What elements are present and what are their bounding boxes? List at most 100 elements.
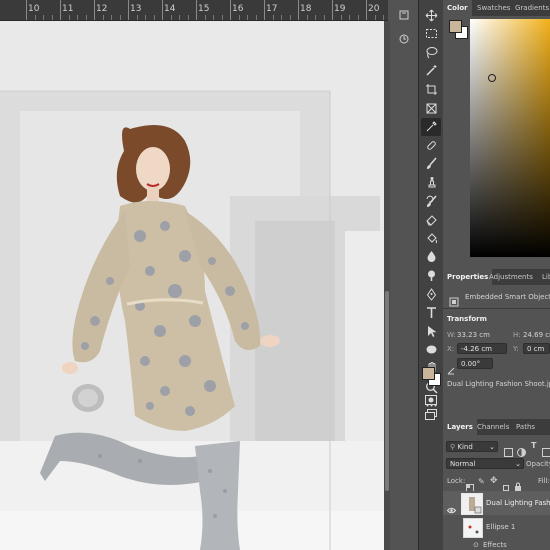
ruler-minor-tick	[136, 15, 138, 20]
panel-icons-strip	[390, 0, 418, 550]
scrollbar-thumb[interactable]	[385, 291, 389, 491]
crop-icon[interactable]	[421, 80, 441, 98]
ruler-major-tick	[128, 0, 129, 20]
ruler-minor-tick	[187, 15, 189, 20]
shape-icon[interactable]	[421, 341, 441, 359]
arrange-icon[interactable]	[398, 6, 410, 25]
healing-brush-icon[interactable]	[421, 136, 441, 154]
clone-stamp-icon[interactable]	[421, 173, 441, 191]
layer-row[interactable]: Dual Lighting Fashion	[443, 491, 550, 515]
ruler-major-tick	[196, 0, 197, 20]
lock-pixels-icon[interactable]: ✎	[478, 477, 485, 486]
ruler-major-tick	[264, 0, 265, 20]
lasso-icon[interactable]	[421, 43, 441, 61]
filter-text-icon[interactable]: T	[531, 441, 536, 450]
w-label: W:	[447, 331, 456, 339]
ruler-label: 10	[28, 4, 40, 14]
history-brush-icon[interactable]	[421, 192, 441, 210]
horizontal-ruler: 10 11 12 13 14 15 16 17 18 19 20	[0, 0, 393, 21]
y-label: Y:	[513, 345, 519, 353]
ruler-minor-tick	[43, 15, 44, 20]
ruler-major-tick	[94, 0, 95, 20]
ruler-minor-tick	[349, 15, 350, 20]
blur-icon[interactable]	[421, 248, 441, 266]
document-canvas[interactable]	[0, 21, 384, 550]
ruler-minor-tick	[145, 15, 146, 20]
ruler-minor-tick	[323, 15, 325, 20]
layer-name[interactable]: Dual Lighting Fashion	[486, 499, 550, 507]
brush-icon[interactable]	[421, 155, 441, 173]
pen-icon[interactable]	[421, 285, 441, 303]
screen-mode-icon[interactable]	[425, 405, 437, 424]
dodge-icon[interactable]	[421, 266, 441, 284]
ruler-major-tick	[60, 0, 61, 20]
eraser-icon[interactable]	[421, 211, 441, 229]
ruler-label: 11	[62, 4, 74, 14]
ruler-label: 14	[164, 4, 176, 14]
tab-channels[interactable]: Channels	[473, 419, 513, 435]
ruler-major-tick	[162, 0, 163, 20]
ruler-minor-tick	[153, 15, 155, 20]
ruler-minor-tick	[204, 15, 206, 20]
foreground-swatch[interactable]	[449, 20, 462, 33]
height-value[interactable]: 24.69 cm	[523, 331, 550, 339]
ruler-minor-tick	[272, 15, 274, 20]
tab-paths[interactable]: Paths	[512, 419, 539, 435]
fashion-photo	[0, 21, 384, 550]
toolbox-foreground-swatch[interactable]	[422, 367, 435, 380]
effects-icon: ⊙	[473, 541, 479, 549]
color-tabbar: Color Swatches Gradients	[443, 0, 550, 16]
marquee-icon[interactable]	[421, 25, 441, 43]
ruler-label: 17	[266, 4, 278, 14]
width-value[interactable]: 33.23 cm	[457, 331, 490, 339]
ruler-minor-tick	[374, 15, 376, 20]
eyedropper-icon[interactable]	[421, 117, 441, 136]
color-picker-cursor[interactable]	[488, 74, 496, 82]
color-picker-field[interactable]	[470, 19, 550, 257]
ruler-minor-tick	[213, 15, 214, 20]
ruler-minor-tick	[247, 15, 248, 20]
ruler-minor-tick	[357, 15, 359, 20]
move-icon[interactable]	[421, 6, 441, 24]
ruler-major-tick	[298, 0, 299, 20]
ruler-minor-tick	[111, 15, 112, 20]
layers-tabbar: Layers Channels Paths	[443, 419, 550, 435]
angle-field[interactable]: 0.00°	[457, 358, 493, 369]
paint-bucket-icon[interactable]	[421, 229, 441, 247]
smart-object-icon	[449, 292, 459, 307]
blend-mode-select[interactable]: Normal ⌄	[446, 458, 524, 469]
toolbox-color-swatches[interactable]	[422, 365, 441, 386]
ruler-minor-tick	[102, 15, 104, 20]
linked-filename: Dual Lighting Fashion Shoot.jpg	[447, 380, 550, 388]
ruler-label: 12	[96, 4, 108, 14]
layer-filter-kind[interactable]: ⚲ Kind ⌄	[446, 441, 498, 452]
y-position-field[interactable]: 0 cm	[523, 343, 550, 354]
fill-label: Fill:	[538, 477, 550, 485]
layer-name[interactable]: Ellipse 1	[486, 523, 515, 531]
path-selection-icon[interactable]	[421, 322, 441, 340]
tab-swatches[interactable]: Swatches	[473, 0, 514, 16]
lock-position-icon[interactable]: ✥	[490, 476, 498, 486]
ruler-minor-tick	[77, 15, 78, 20]
ruler-label: 13	[130, 4, 142, 14]
layer-row[interactable]: Ellipse 1	[443, 516, 550, 538]
type-icon[interactable]	[421, 304, 441, 322]
ruler-minor-tick	[68, 15, 70, 20]
tab-adjustments[interactable]: Adjustments	[485, 269, 537, 285]
ruler-minor-tick	[34, 15, 36, 20]
ruler-minor-tick	[315, 15, 316, 20]
frame-icon[interactable]	[421, 99, 441, 117]
angle-icon	[447, 360, 455, 379]
history-icon[interactable]	[398, 30, 410, 49]
magic-wand-icon[interactable]	[421, 62, 441, 80]
x-position-field[interactable]: -4.26 cm	[457, 343, 507, 354]
tab-gradients[interactable]: Gradients	[511, 0, 550, 16]
fg-bg-swatches[interactable]	[449, 20, 468, 39]
tools-panel	[418, 0, 444, 550]
h-label: H:	[513, 331, 521, 339]
filter-shape-icon[interactable]	[542, 442, 550, 461]
tab-color[interactable]: Color	[443, 0, 472, 16]
ruler-minor-tick	[51, 15, 53, 20]
tab-layers[interactable]: Layers	[443, 419, 477, 435]
tab-libr[interactable]: Libr	[538, 269, 550, 285]
